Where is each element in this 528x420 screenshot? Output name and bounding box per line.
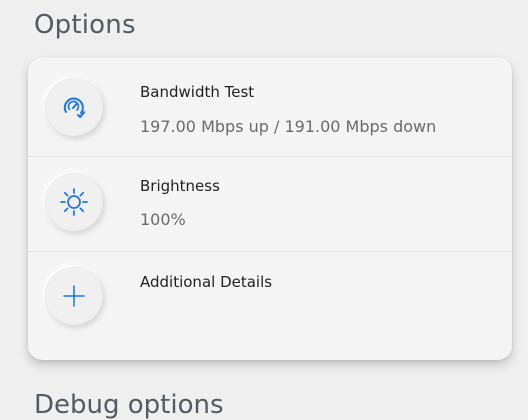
- option-title: Additional Details: [140, 273, 273, 291]
- speedometer-icon: [63, 97, 86, 118]
- brightness-button[interactable]: [45, 173, 103, 231]
- option-title: Bandwidth Test: [140, 83, 255, 101]
- option-value: 197.00 Mbps up / 191.00 Mbps down: [140, 117, 437, 136]
- option-row-additional-details[interactable]: Additional Details: [28, 251, 512, 360]
- brightness-icon: [60, 188, 88, 216]
- page-title: Options: [34, 10, 136, 40]
- options-card: Bandwidth Test 197.00 Mbps up / 191.00 M…: [28, 58, 512, 360]
- plus-icon: [63, 285, 85, 307]
- option-value: 100%: [140, 210, 186, 229]
- bandwidth-test-button[interactable]: [45, 78, 103, 136]
- option-row-brightness[interactable]: Brightness 100%: [28, 156, 512, 251]
- option-row-bandwidth-test[interactable]: Bandwidth Test 197.00 Mbps up / 191.00 M…: [28, 58, 512, 156]
- option-title: Brightness: [140, 177, 220, 195]
- additional-details-button[interactable]: [45, 267, 103, 325]
- section-heading-debug-options: Debug options: [34, 390, 224, 420]
